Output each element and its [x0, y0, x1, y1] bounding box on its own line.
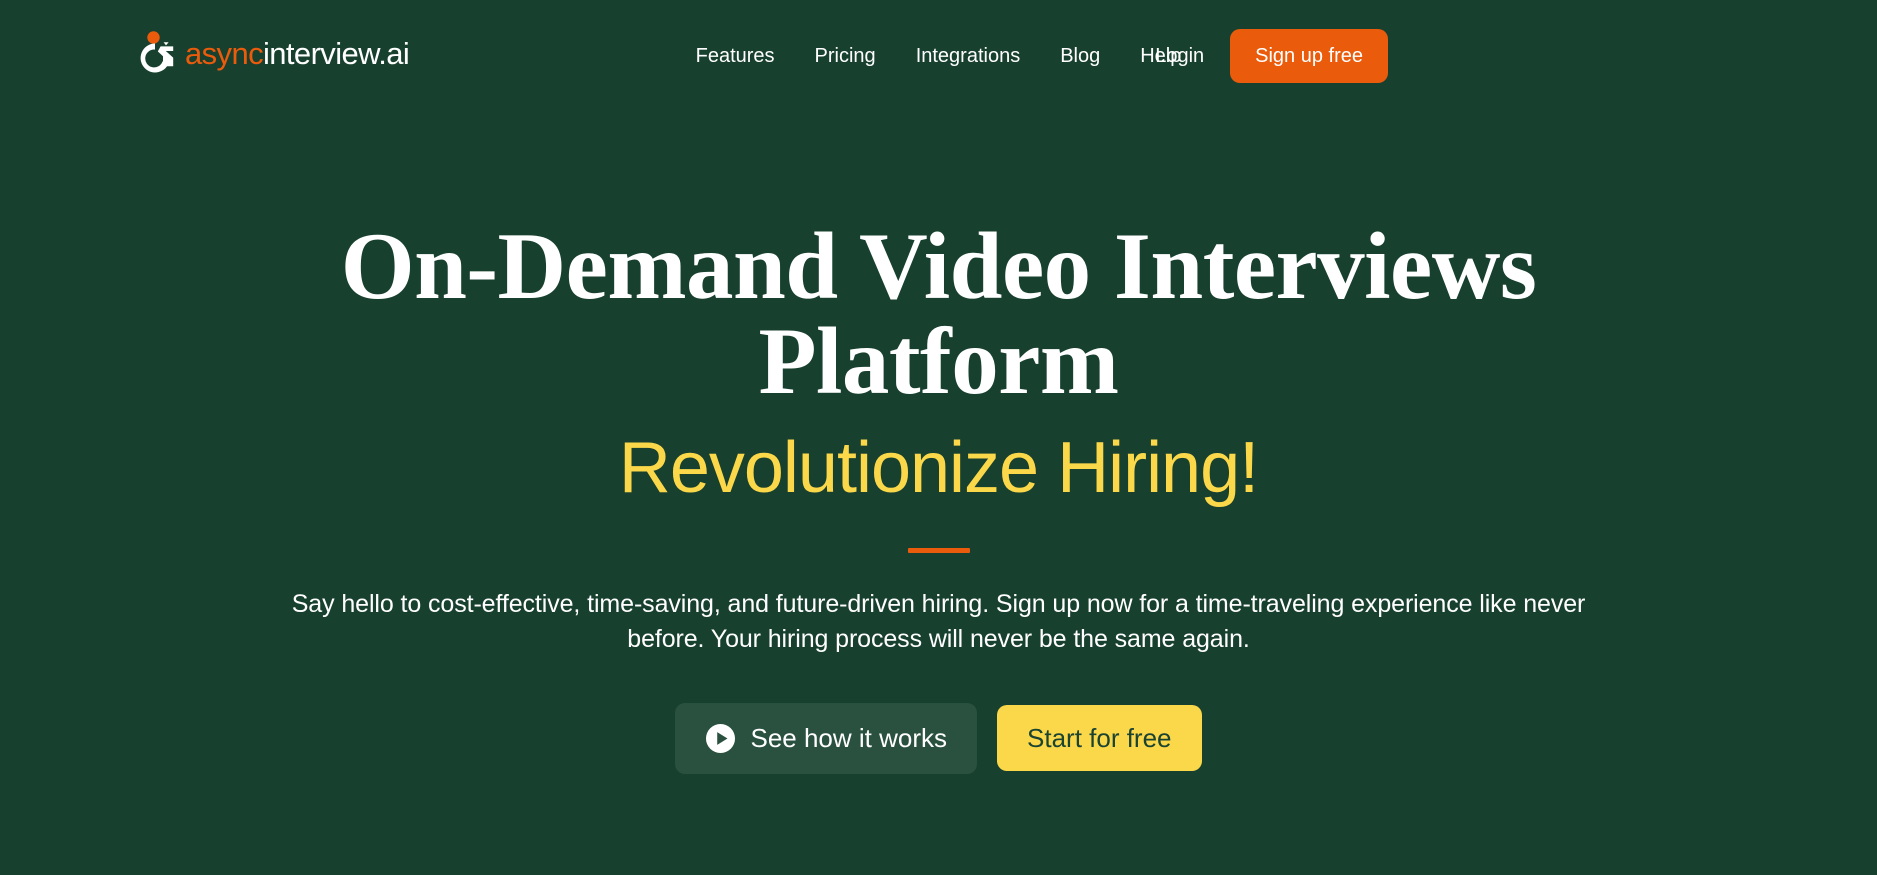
hero-description: Say hello to cost-effective, time-saving…	[291, 589, 1586, 654]
header-actions: Login Sign up free	[1155, 0, 1388, 112]
nav-item-integrations[interactable]: Integrations	[916, 36, 1021, 76]
see-how-it-works-label: See how it works	[750, 723, 948, 754]
hero-subtitle: Revolutionize Hiring!	[618, 428, 1259, 508]
nav-item-pricing[interactable]: Pricing	[815, 36, 876, 76]
nav-item-blog[interactable]: Blog	[1060, 36, 1100, 76]
landing-page: asyncinterview.ai Features Pricing Integ…	[0, 0, 1877, 875]
nav-item-features[interactable]: Features	[696, 36, 775, 76]
site-header: asyncinterview.ai Features Pricing Integ…	[0, 0, 1877, 112]
start-for-free-button[interactable]: Start for free	[997, 705, 1202, 772]
hero-title: On-Demand Video Interviews Platform	[340, 213, 1537, 414]
hero-cta-group: See how it works Start for free	[675, 702, 1202, 774]
hero-divider	[907, 547, 970, 553]
play-circle-icon	[706, 723, 736, 753]
hero-section: On-Demand Video Interviews Platform Revo…	[0, 112, 1877, 875]
login-link[interactable]: Login	[1155, 45, 1204, 68]
main-navigation: Features Pricing Integrations Blog Help	[0, 0, 1877, 112]
see-how-it-works-button[interactable]: See how it works	[675, 702, 978, 774]
signup-free-button[interactable]: Sign up free	[1230, 29, 1388, 83]
